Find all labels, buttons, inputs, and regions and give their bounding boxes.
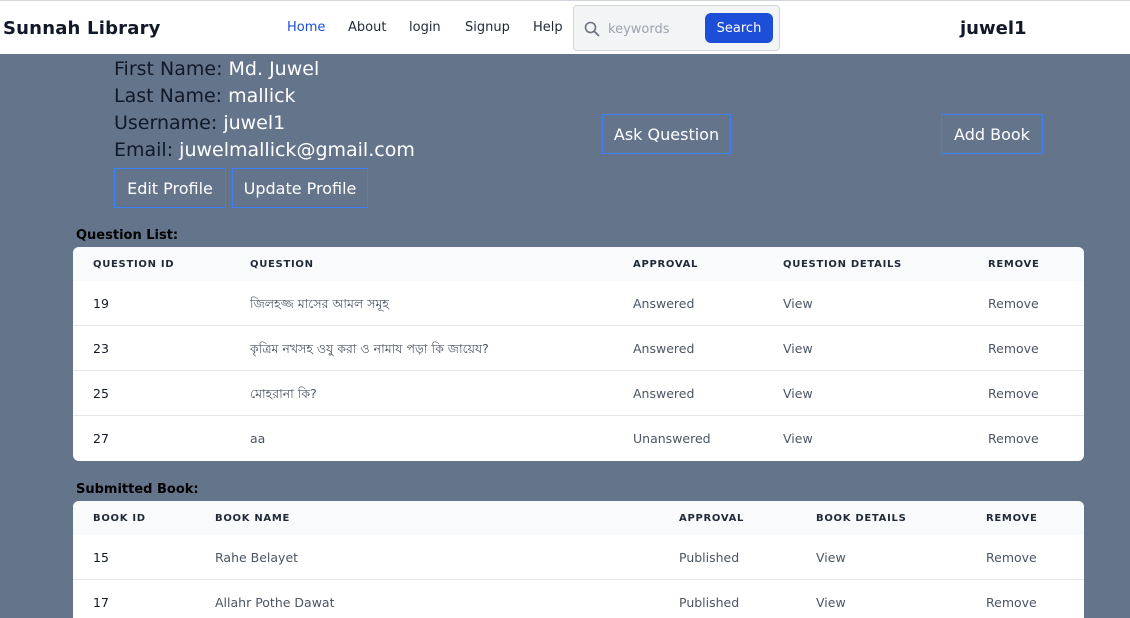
- question-text: aa: [250, 431, 266, 446]
- view-link[interactable]: View: [783, 431, 813, 446]
- nav-link-help[interactable]: Help: [533, 20, 563, 35]
- username-value: juwel1: [223, 112, 286, 134]
- approval-status: Published: [679, 595, 740, 610]
- question-id: 25: [93, 386, 109, 401]
- ask-question-button[interactable]: Ask Question: [602, 114, 731, 154]
- update-profile-button[interactable]: Update Profile: [232, 168, 368, 208]
- email-label: Email:: [114, 139, 174, 161]
- search-input[interactable]: [608, 18, 698, 40]
- approval-status: Published: [679, 550, 740, 565]
- email-row: Email: juwelmallick@gmail.com: [114, 137, 415, 164]
- question-id: 23: [93, 341, 109, 356]
- question-text: কৃত্রিম নখসহ ওযু করা ও নামায পড়া কি জায…: [250, 341, 489, 356]
- nav-link-login[interactable]: login: [409, 20, 441, 35]
- book-id: 15: [93, 550, 109, 565]
- navbar: Sunnah Library Home About login Signup H…: [0, 0, 1130, 54]
- book-name: Allahr Pothe Dawat: [215, 595, 335, 610]
- submitted-book-title: Submitted Book:: [76, 482, 199, 497]
- view-link[interactable]: View: [816, 550, 846, 565]
- column-header: BOOK DETAILS: [816, 513, 907, 524]
- column-header: QUESTION: [250, 259, 314, 270]
- approval-status: Unanswered: [633, 431, 711, 446]
- question-text: জিলহজ্জ মাসের আমল সমূহ: [250, 296, 390, 311]
- question-list-title: Question List:: [76, 228, 179, 243]
- book-name: Rahe Belayet: [215, 550, 299, 565]
- book-table: BOOK ID BOOK NAME APPROVAL BOOK DETAILS …: [73, 501, 1084, 618]
- view-link[interactable]: View: [816, 595, 846, 610]
- column-header: REMOVE: [988, 259, 1040, 270]
- last-name-value: mallick: [228, 85, 296, 107]
- view-link[interactable]: View: [783, 296, 813, 311]
- question-id: 19: [93, 296, 109, 311]
- view-link[interactable]: View: [783, 386, 813, 401]
- table-header: BOOK ID BOOK NAME APPROVAL BOOK DETAILS …: [73, 501, 1084, 535]
- add-book-button[interactable]: Add Book: [941, 114, 1043, 154]
- search-button[interactable]: Search: [705, 13, 773, 43]
- column-header: BOOK NAME: [215, 513, 291, 524]
- table-row: 25 মোহরানা কি? Answered View Remove: [73, 371, 1084, 416]
- first-name-value: Md. Juwel: [228, 58, 320, 80]
- table-header: QUESTION ID QUESTION APPROVAL QUESTION D…: [73, 247, 1084, 281]
- email-value: juwelmallick@gmail.com: [179, 139, 415, 161]
- column-header: APPROVAL: [633, 259, 699, 270]
- profile-info: First Name: Md. Juwel Last Name: mallick…: [114, 56, 415, 164]
- edit-profile-button[interactable]: Edit Profile: [114, 168, 226, 208]
- nav-link-home[interactable]: Home: [287, 20, 325, 35]
- search-form: Search: [573, 5, 780, 51]
- first-name-label: First Name:: [114, 58, 223, 80]
- table-row: 17 Allahr Pothe Dawat Published View Rem…: [73, 580, 1084, 618]
- question-id: 27: [93, 431, 109, 446]
- remove-link[interactable]: Remove: [988, 341, 1039, 356]
- remove-link[interactable]: Remove: [988, 296, 1039, 311]
- column-header: BOOK ID: [93, 513, 146, 524]
- column-header: APPROVAL: [679, 513, 745, 524]
- approval-status: Answered: [633, 341, 695, 356]
- table-row: 15 Rahe Belayet Published View Remove: [73, 535, 1084, 580]
- view-link[interactable]: View: [783, 341, 813, 356]
- search-icon: [584, 21, 600, 37]
- username-row: Username: juwel1: [114, 110, 415, 137]
- current-user[interactable]: juwel1: [960, 18, 1027, 39]
- column-header: QUESTION ID: [93, 259, 175, 270]
- question-table: QUESTION ID QUESTION APPROVAL QUESTION D…: [73, 247, 1084, 461]
- username-label: Username:: [114, 112, 218, 134]
- remove-link[interactable]: Remove: [988, 386, 1039, 401]
- column-header: REMOVE: [986, 513, 1038, 524]
- table-row: 27 aa Unanswered View Remove: [73, 416, 1084, 461]
- first-name-row: First Name: Md. Juwel: [114, 56, 415, 83]
- question-text: মোহরানা কি?: [250, 386, 317, 401]
- remove-link[interactable]: Remove: [986, 550, 1037, 565]
- table-row: 19 জিলহজ্জ মাসের আমল সমূহ Answered View …: [73, 281, 1084, 326]
- approval-status: Answered: [633, 296, 695, 311]
- brand-logo[interactable]: Sunnah Library: [3, 18, 161, 39]
- nav-link-signup[interactable]: Signup: [465, 20, 510, 35]
- table-row: 23 কৃত্রিম নখসহ ওযু করা ও নামায পড়া কি …: [73, 326, 1084, 371]
- last-name-row: Last Name: mallick: [114, 83, 415, 110]
- last-name-label: Last Name:: [114, 85, 223, 107]
- approval-status: Answered: [633, 386, 695, 401]
- book-id: 17: [93, 595, 109, 610]
- column-header: QUESTION DETAILS: [783, 259, 902, 270]
- remove-link[interactable]: Remove: [986, 595, 1037, 610]
- nav-link-about[interactable]: About: [348, 20, 386, 35]
- remove-link[interactable]: Remove: [988, 431, 1039, 446]
